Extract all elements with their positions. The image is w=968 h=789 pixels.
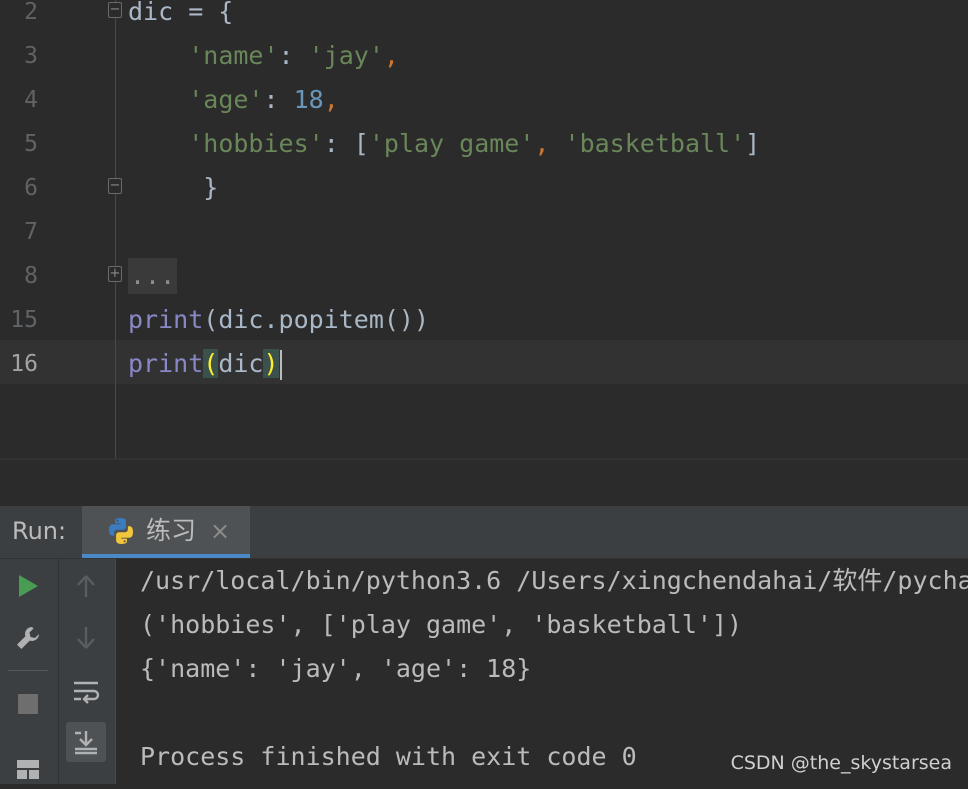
code-text: print(dic) xyxy=(128,342,282,386)
fold-expand-icon[interactable]: + xyxy=(108,266,122,282)
code-token: : [ xyxy=(323,129,369,158)
code-token: print xyxy=(128,349,204,378)
arrow-up-icon[interactable] xyxy=(66,566,106,606)
code-token: : xyxy=(263,85,294,114)
code-line[interactable]: 5 'hobbies': ['play game', 'basketball'] xyxy=(0,122,968,166)
line-number: 6 xyxy=(24,175,38,201)
code-token: dic xyxy=(218,349,264,378)
code-token: ] xyxy=(745,129,761,158)
code-line[interactable]: 16 print(dic) xyxy=(0,342,968,386)
code-token: print xyxy=(128,305,204,334)
watermark: CSDN @the_skystarsea xyxy=(730,752,952,774)
line-number: 7 xyxy=(24,219,38,245)
line-number: 4 xyxy=(24,87,38,113)
code-line[interactable]: 15 print(dic.popitem()) xyxy=(0,298,968,342)
code-token: 'play game' xyxy=(368,129,535,158)
run-toolbar-primary xyxy=(0,559,59,784)
console-output[interactable]: /usr/local/bin/python3.6 /Users/xingchen… xyxy=(140,559,968,779)
code-line[interactable]: 3 'name': 'jay', xyxy=(0,34,968,78)
matched-paren: ) xyxy=(263,349,279,378)
code-token: (dic.popitem()) xyxy=(203,305,430,334)
line-number: 5 xyxy=(24,131,38,157)
console-line: {'name': 'jay', 'age': 18} xyxy=(140,654,532,683)
run-tab[interactable]: 练习 × xyxy=(82,506,250,558)
run-toolbar-secondary xyxy=(59,559,116,784)
line-number: 8 xyxy=(24,263,38,289)
soft-wrap-icon[interactable] xyxy=(66,672,106,712)
code-token: 'name' xyxy=(188,41,279,70)
code-line[interactable]: 2 dic = { xyxy=(0,0,968,34)
code-token: 18 xyxy=(293,85,324,114)
code-text: ... xyxy=(128,254,178,298)
line-number: 3 xyxy=(24,43,38,69)
code-token: dic = { xyxy=(128,0,234,26)
code-line[interactable]: 4 'age': 18, xyxy=(0,78,968,122)
fold-collapse-icon[interactable]: − xyxy=(108,2,122,18)
run-label: Run: xyxy=(12,517,67,545)
code-editor[interactable]: 2 dic = {3 'name': 'jay', 4 'age': 18, 5 'h… xyxy=(0,0,968,458)
python-icon xyxy=(109,518,133,544)
console-line: /usr/local/bin/python3.6 /Users/xingchen… xyxy=(140,566,968,595)
toolbar-separator xyxy=(8,670,48,671)
code-text: } xyxy=(128,166,218,210)
wrench-icon[interactable] xyxy=(8,618,48,658)
stop-icon[interactable] xyxy=(8,684,48,724)
code-text: dic = { xyxy=(128,0,233,34)
code-text: 'age': 18, xyxy=(128,78,339,122)
code-token: 'age' xyxy=(188,85,264,114)
code-token: 'hobbies' xyxy=(188,129,324,158)
code-text: 'hobbies': ['play game', 'basketball'] xyxy=(128,122,760,166)
run-tool-window-header: Run: 练习 × xyxy=(0,506,968,559)
code-token: : xyxy=(278,41,309,70)
scroll-to-end-icon[interactable] xyxy=(66,722,106,762)
run-tab-title: 练习 xyxy=(146,516,197,545)
line-number: 15 xyxy=(10,307,38,333)
line-number: 2 xyxy=(24,0,38,25)
code-token: , xyxy=(323,85,339,114)
arrow-down-icon[interactable] xyxy=(66,618,106,658)
code-text: 'name': 'jay', xyxy=(128,34,399,78)
fold-end-icon[interactable]: − xyxy=(108,178,122,194)
console-line: ('hobbies', ['play game', 'basketball']) xyxy=(140,610,743,639)
run-icon[interactable] xyxy=(8,566,48,606)
matched-paren: ( xyxy=(203,349,219,378)
code-token: } xyxy=(128,173,219,202)
code-line[interactable]: 6 } xyxy=(0,166,968,210)
code-line[interactable]: 8... xyxy=(0,254,968,298)
code-token: , xyxy=(383,41,399,70)
layout-icon[interactable] xyxy=(8,749,48,789)
code-token: , xyxy=(534,129,565,158)
code-line[interactable]: 7 xyxy=(0,210,968,254)
code-text: print(dic.popitem()) xyxy=(128,298,429,342)
close-icon[interactable]: × xyxy=(210,506,230,556)
folded-code-placeholder[interactable]: ... xyxy=(128,258,178,294)
run-tool-window-body: /usr/local/bin/python3.6 /Users/xingchen… xyxy=(0,559,968,784)
code-token: 'jay' xyxy=(308,41,384,70)
active-tab-indicator xyxy=(82,554,250,558)
code-token: 'basketball' xyxy=(564,129,746,158)
text-caret xyxy=(279,350,282,380)
editor-bottom-space xyxy=(0,460,968,506)
line-number: 16 xyxy=(10,351,38,377)
